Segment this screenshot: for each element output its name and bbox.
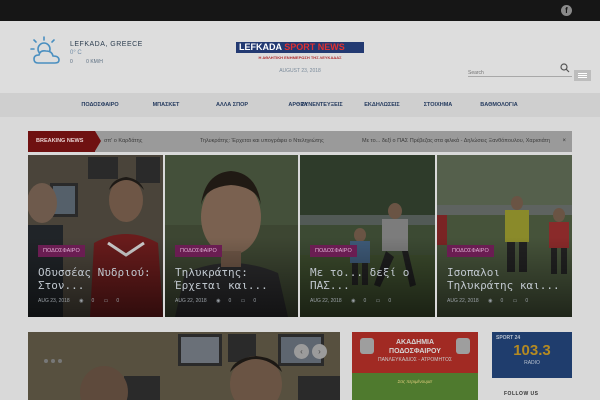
slide-title[interactable]: Οδυσσέας Νυδριού: Στον... [38, 266, 155, 292]
humidity-value: 0 [70, 59, 73, 65]
views-count: 0 [228, 298, 232, 304]
menu-line [578, 73, 587, 74]
eye-icon: ◉ [216, 298, 221, 304]
category-badge[interactable]: ΠΟΔΟΣΦΑΙΡΟ [38, 245, 85, 257]
nav-item-football[interactable]: ΠΟΔΟΣΦΑΙΡΟ [66, 93, 134, 117]
carousel-dot[interactable] [58, 359, 62, 363]
menu-line [578, 77, 587, 78]
comment-icon: ▭ [512, 298, 518, 304]
sidebar-heading: FOLLOW US [504, 391, 539, 397]
breaking-news-label: BREAKING NEWS [28, 131, 101, 152]
search-icon[interactable] [560, 63, 570, 73]
comment-icon: ▭ [375, 298, 381, 304]
category-badge[interactable]: ΠΟΔΟΣΦΑΙΡΟ [310, 245, 357, 257]
featured-slide[interactable]: ΠΟΔΟΣΦΑΙΡΟ Ισοπαλοι Τηλυκράτης και... AU… [437, 155, 572, 317]
ad-title-line1: ΑΚΑΔΗΜΙΑ [395, 339, 435, 346]
nav-item-other-sports[interactable]: ΑΛΛΑ ΣΠΟΡ [198, 93, 266, 117]
hamburger-menu-button[interactable] [574, 70, 591, 81]
facebook-icon[interactable]: f [561, 5, 572, 16]
slide-date: AUG 22, 2018 [447, 298, 479, 304]
comments-count: 0 [253, 298, 257, 304]
views-count: 0 [500, 298, 504, 304]
carousel-photo [28, 332, 340, 400]
ticker-item[interactable]: Με το... δεξί ο ΠΑΣ Πρέβεζας στα φιλικά … [362, 131, 550, 152]
slide-date: AUG 22, 2018 [175, 298, 207, 304]
radio-brand: SPORT 24 [496, 335, 521, 341]
menu-line [578, 75, 587, 76]
ad-slogan: Σας περιμένουμε! [397, 379, 433, 384]
carousel-dot[interactable] [44, 359, 48, 363]
slide-meta: AUG 22, 2018 ◉ 0 ▭ 0 [310, 298, 399, 304]
views-count: 0 [91, 298, 95, 304]
slide-meta: AUG 23, 2018 ◉ 0 ▭ 0 [38, 298, 127, 304]
search-input[interactable] [468, 66, 558, 80]
ticker-item[interactable]: σπ' ο Καρδάτης [104, 131, 142, 152]
featured-slide[interactable]: ΠΟΔΟΣΦΑΙΡΟ Οδυσσέας Νυδριού: Στον... AUG… [28, 155, 163, 317]
comment-icon: ▭ [103, 298, 109, 304]
weather-temperature: 0° C [70, 50, 82, 56]
slide-title[interactable]: Ισοπαλοι Τηλυκράτης και... [447, 266, 564, 292]
slide-meta: AUG 22, 2018 ◉ 0 ▭ 0 [175, 298, 264, 304]
top-bar: f [0, 0, 600, 21]
eye-icon: ◉ [488, 298, 493, 304]
wind-value: 0 KM/H [86, 59, 103, 65]
ad-footer-band [352, 373, 478, 400]
nav-item-basketball[interactable]: ΜΠΑΣΚΕΤ [134, 93, 198, 117]
weather-location: LEFKADA, GREECE [70, 41, 143, 48]
slide-title[interactable]: Τηλυκράτης: Έρχεται και... [175, 266, 290, 292]
radio-label: RADIO [524, 360, 540, 366]
comments-count: 0 [388, 298, 392, 304]
eye-icon: ◉ [79, 298, 84, 304]
site-header: LEFKADA, GREECE 0° C 0 0 KM/H LEFKADA SP… [0, 21, 600, 93]
category-badge[interactable]: ΠΟΔΟΣΦΑΙΡΟ [447, 245, 494, 257]
featured-slide[interactable]: ΠΟΔΟΣΦΑΙΡΟ Με το... δεξί ο ΠΑΣ... AUG 22… [300, 155, 435, 317]
nav-item-standings[interactable]: ΒΑΘΜΟΛΟΓΙΑ [470, 93, 528, 117]
carousel-prev-button[interactable]: ‹ [294, 344, 309, 359]
featured-slide[interactable]: ΠΟΔΟΣΦΑΙΡΟ Τηλυκράτης: Έρχεται και... AU… [165, 155, 298, 317]
slide-meta: AUG 22, 2018 ◉ 0 ▭ 0 [447, 298, 536, 304]
logo-main: LEFKADA [239, 42, 282, 52]
comments-count: 0 [116, 298, 120, 304]
breaking-news-bar: σπ' ο Καρδάτης Τηλυκράτης: Έρχεται και υ… [28, 131, 572, 152]
eye-icon: ◉ [351, 298, 356, 304]
close-icon[interactable]: × [562, 138, 566, 144]
weather-details: 0 0 KM/H [70, 59, 115, 65]
comments-count: 0 [525, 298, 529, 304]
slide-date: AUG 23, 2018 [38, 298, 70, 304]
main-navigation: ΠΟΔΟΣΦΑΙΡΟ ΜΠΑΣΚΕΤ ΑΛΛΑ ΣΠΟΡ ΑΡΘΡΑ ΣΥΝΕΝ… [0, 93, 600, 117]
category-badge[interactable]: ΠΟΔΟΣΦΑΙΡΟ [175, 245, 222, 257]
current-date: AUGUST 23, 2018 [279, 68, 321, 74]
comment-icon: ▭ [240, 298, 246, 304]
ad-subtitle: ΠΑΝΛΕΥΚΑΔΙΟΣ - ΑΤΡΟΜΗΤΟΣ [377, 357, 453, 363]
search-form [468, 61, 572, 80]
logo-accent: SPORT NEWS [284, 42, 345, 52]
radio-frequency: 103.3 [513, 342, 551, 359]
slide-date: AUG 22, 2018 [310, 298, 342, 304]
site-logo[interactable]: LEFKADA SPORT NEWS [236, 42, 364, 53]
content-carousel[interactable] [28, 332, 340, 400]
logo-tagline: Η ΑΘΛΗΤΙΚΗ ΕΝΗΜΕΡΩΣΗ ΤΗΣ ΛΕΥΚΑΔΑΣ [258, 55, 342, 60]
slide-title[interactable]: Με το... δεξί ο ΠΑΣ... [310, 266, 427, 292]
ad-title-line2: ΠΟΔΟΣΦΑΙΡΟΥ [389, 348, 441, 355]
carousel-next-button[interactable]: › [312, 344, 327, 359]
ticker-item[interactable]: Τηλυκράτης: Έρχεται και υπογράφει ο Ντελ… [200, 131, 324, 152]
carousel-dot[interactable] [51, 359, 55, 363]
radio-advertisement[interactable]: SPORT 24 103.3 RADIO [492, 332, 572, 378]
nav-item-betting[interactable]: ΣΤΟΙΧΗΜΑ [406, 93, 470, 117]
carousel-dots [44, 350, 74, 363]
academy-advertisement[interactable]: ΑΚΑΔΗΜΙΑ ΠΟΔΟΣΦΑΙΡΟΥ ΠΑΝΛΕΥΚΑΔΙΟΣ - ΑΤΡΟ… [352, 332, 478, 400]
cloudy-sun-icon [30, 36, 60, 64]
views-count: 0 [363, 298, 367, 304]
